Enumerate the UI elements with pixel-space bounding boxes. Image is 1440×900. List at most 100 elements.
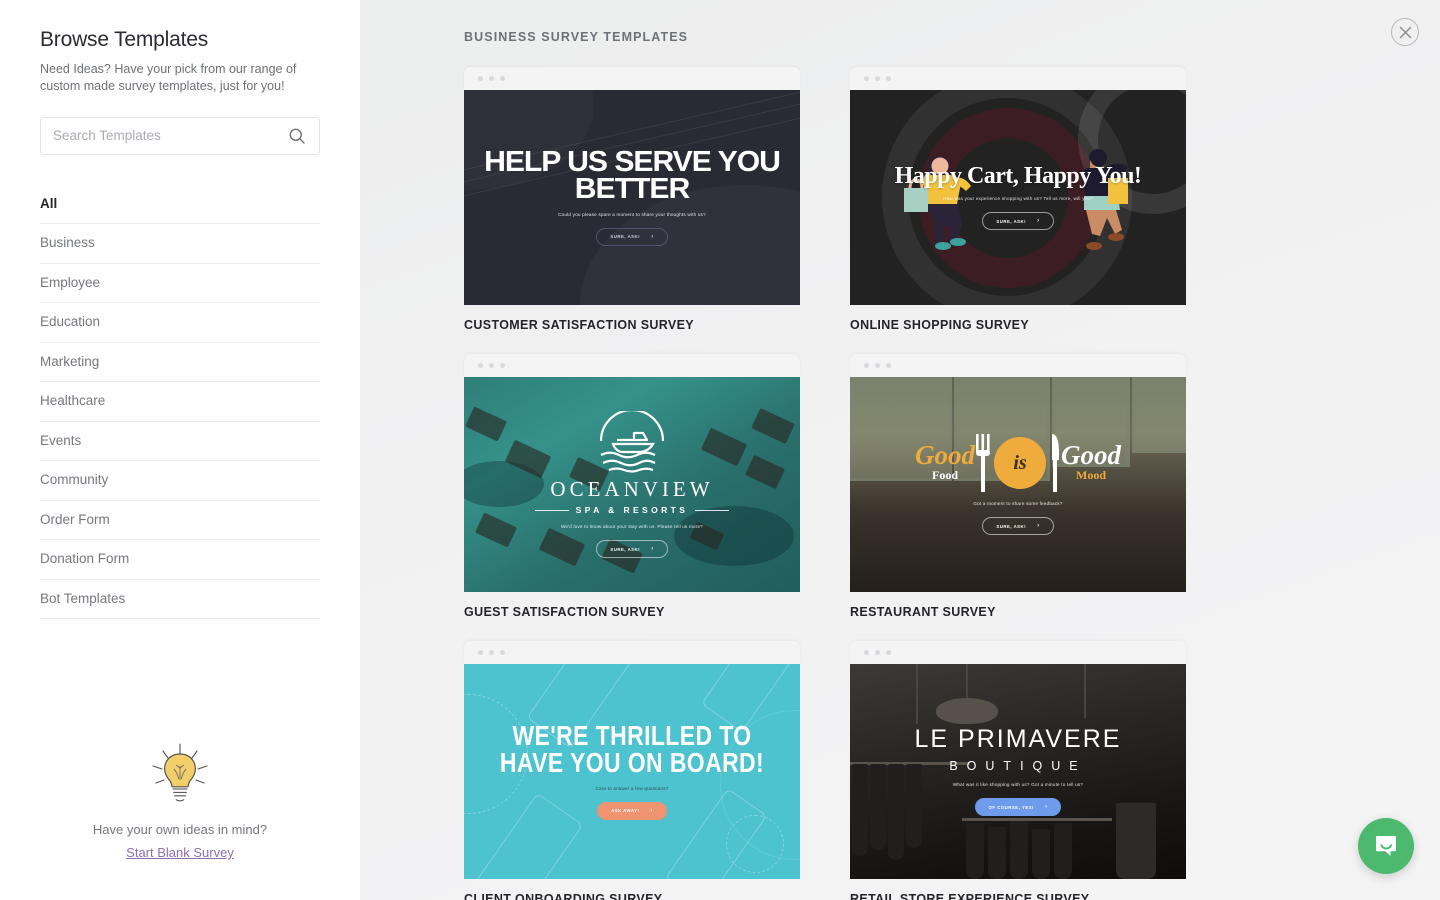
decor-hut bbox=[751, 408, 795, 444]
template-card-customer-satisfaction[interactable]: HELP US SERVE YOU BETTER Could you pleas… bbox=[464, 67, 800, 332]
template-title: CLIENT ONBOARDING SURVEY bbox=[464, 892, 663, 900]
thumb-cta-button: SURE, ASK! › bbox=[982, 212, 1054, 231]
sidebar-item-all[interactable]: All bbox=[40, 185, 320, 225]
decor-clothing bbox=[1054, 823, 1072, 879]
window-dot-icon bbox=[478, 650, 483, 655]
section-header: BUSINESS SURVEY TEMPLATES bbox=[464, 30, 689, 44]
sidebar-item-business[interactable]: Business bbox=[40, 224, 320, 264]
card-chrome bbox=[464, 67, 800, 90]
thumb-cta-label: ASK AWAY! bbox=[611, 808, 640, 814]
template-title: RETAIL STORE EXPERIENCE SURVEY bbox=[850, 892, 1090, 900]
logo-circle: is bbox=[994, 437, 1046, 489]
decor-clothing bbox=[870, 764, 886, 850]
chevron-right-icon: › bbox=[1044, 804, 1048, 810]
decor-lamp bbox=[936, 698, 998, 724]
thumb-heading: WE'RE THRILLED TO HAVE YOU ON BOARD! bbox=[499, 720, 765, 778]
thumb-cta-button: SURE, ASK! › bbox=[596, 227, 668, 246]
chevron-right-icon: › bbox=[651, 233, 654, 240]
template-title: ONLINE SHOPPING SURVEY bbox=[850, 318, 1030, 332]
sidebar-item-employee[interactable]: Employee bbox=[40, 264, 320, 304]
search-box[interactable] bbox=[40, 116, 320, 155]
sidebar-item-bot-templates[interactable]: Bot Templates bbox=[40, 580, 320, 620]
template-card-retail-store[interactable]: LE PRIMAVERE BOUTIQUE What was it like s… bbox=[850, 641, 1186, 900]
card-chrome bbox=[464, 354, 800, 377]
decor-rule bbox=[695, 509, 730, 511]
template-card-client-onboarding[interactable]: WE'RE THRILLED TO HAVE YOU ON BOARD! Car… bbox=[464, 641, 800, 900]
sidebar-item-order-form[interactable]: Order Form bbox=[40, 501, 320, 541]
chevron-right-icon: › bbox=[651, 546, 654, 552]
window-dot-icon bbox=[864, 76, 869, 81]
decor-clothing bbox=[906, 764, 922, 848]
thumb-cta-label: SURE, ASK! bbox=[610, 546, 641, 552]
thumb-heading: Happy Cart, Happy You! bbox=[894, 162, 1142, 189]
thumb-subheading: BOUTIQUE bbox=[949, 759, 1087, 773]
thumb-heading: HELP US SERVE YOU BETTER bbox=[484, 146, 781, 205]
window-dot-icon bbox=[886, 650, 891, 655]
thumb-subtext: Got a moment to share some feedback? bbox=[973, 501, 1063, 506]
logo-word-is: is bbox=[1013, 451, 1027, 474]
sidebar-item-marketing[interactable]: Marketing bbox=[40, 343, 320, 383]
window-dot-icon bbox=[875, 363, 880, 368]
decor-hut bbox=[465, 406, 507, 442]
logo-word-good2: Good bbox=[1061, 440, 1121, 471]
decor-rack bbox=[962, 818, 1112, 821]
sidebar-item-events[interactable]: Events bbox=[40, 422, 320, 462]
search-icon[interactable] bbox=[287, 126, 307, 146]
page-title: Browse Templates bbox=[40, 28, 208, 51]
window-dot-icon bbox=[489, 363, 494, 368]
restaurant-logo: Good Food is Good Mood bbox=[915, 434, 1121, 492]
blank-survey-promo: Have your own ideas in mind? Start Blank… bbox=[0, 742, 360, 862]
decor-lamp-cord bbox=[966, 664, 968, 700]
decor-clothing bbox=[1010, 821, 1028, 879]
decor-clothing bbox=[852, 764, 868, 856]
templates-panel: BUSINESS SURVEY TEMPLATES HELP US SERVE … bbox=[360, 0, 1440, 900]
sidebar-item-community[interactable]: Community bbox=[40, 461, 320, 501]
decor-shape bbox=[726, 815, 784, 873]
template-card-guest-satisfaction[interactable]: OCEANVIEW SPA & RESORTS We'd love to kno… bbox=[464, 354, 800, 619]
decor-rule bbox=[534, 509, 569, 511]
window-dot-icon bbox=[478, 76, 483, 81]
sidebar-item-healthcare[interactable]: Healthcare bbox=[40, 382, 320, 422]
blank-survey-text: Have your own ideas in mind? bbox=[92, 822, 268, 837]
thumb-subtext: We'd love to know about your stay with u… bbox=[560, 524, 704, 529]
template-card-online-shopping[interactable]: Happy Cart, Happy You! How was your expe… bbox=[850, 67, 1186, 332]
boat-logo-icon bbox=[599, 411, 665, 473]
window-dot-icon bbox=[500, 76, 505, 81]
decor-hut bbox=[538, 527, 586, 567]
chevron-right-icon: › bbox=[1037, 218, 1040, 225]
thumb-cta-label: SURE, ASK! bbox=[996, 218, 1027, 224]
template-card-restaurant[interactable]: Good Food is Good Mood Got a moment to s… bbox=[850, 354, 1186, 619]
card-chrome bbox=[850, 354, 1186, 377]
chat-bubble-icon bbox=[1376, 836, 1396, 856]
knife-icon bbox=[1052, 434, 1059, 492]
start-blank-survey-link[interactable]: Start Blank Survey bbox=[126, 845, 234, 860]
close-button[interactable] bbox=[1391, 18, 1419, 46]
sidebar-item-education[interactable]: Education bbox=[40, 303, 320, 343]
fork-icon bbox=[976, 434, 990, 492]
search-input[interactable] bbox=[53, 128, 287, 144]
sidebar: Browse Templates Need Ideas? Have your p… bbox=[0, 0, 360, 900]
window-dot-icon bbox=[489, 76, 494, 81]
decor-clothing bbox=[988, 827, 1006, 879]
lightbulb-icon bbox=[152, 743, 208, 802]
oceanview-logo: OCEANVIEW SPA & RESORTS bbox=[534, 411, 730, 515]
card-chrome bbox=[464, 641, 800, 664]
window-dot-icon bbox=[478, 363, 483, 368]
chat-launcher-button[interactable] bbox=[1358, 818, 1414, 874]
thumb-cta-label: OF COURSE, YES! bbox=[988, 804, 1034, 810]
window-dot-icon bbox=[489, 650, 494, 655]
card-thumbnail: Happy Cart, Happy You! How was your expe… bbox=[850, 90, 1186, 305]
decor-clothing bbox=[966, 823, 984, 879]
card-thumbnail: Good Food is Good Mood Got a moment to s… bbox=[850, 377, 1186, 592]
decor-shopper bbox=[1116, 803, 1156, 879]
logo-right: Good Mood bbox=[1061, 440, 1121, 482]
thumb-subheading: SPA & RESORTS bbox=[534, 505, 730, 515]
template-title: RESTAURANT SURVEY bbox=[850, 605, 996, 619]
thumb-subtext: Care to answer a few questions? bbox=[595, 785, 669, 791]
decor-hut bbox=[744, 454, 786, 490]
thumb-subtext: Could you please spare a moment to share… bbox=[558, 211, 706, 217]
sidebar-item-donation-form[interactable]: Donation Form bbox=[40, 540, 320, 580]
thumb-heading: LE PRIMAVERE bbox=[914, 725, 1122, 753]
chevron-right-icon: › bbox=[1037, 523, 1040, 529]
window-dot-icon bbox=[864, 363, 869, 368]
